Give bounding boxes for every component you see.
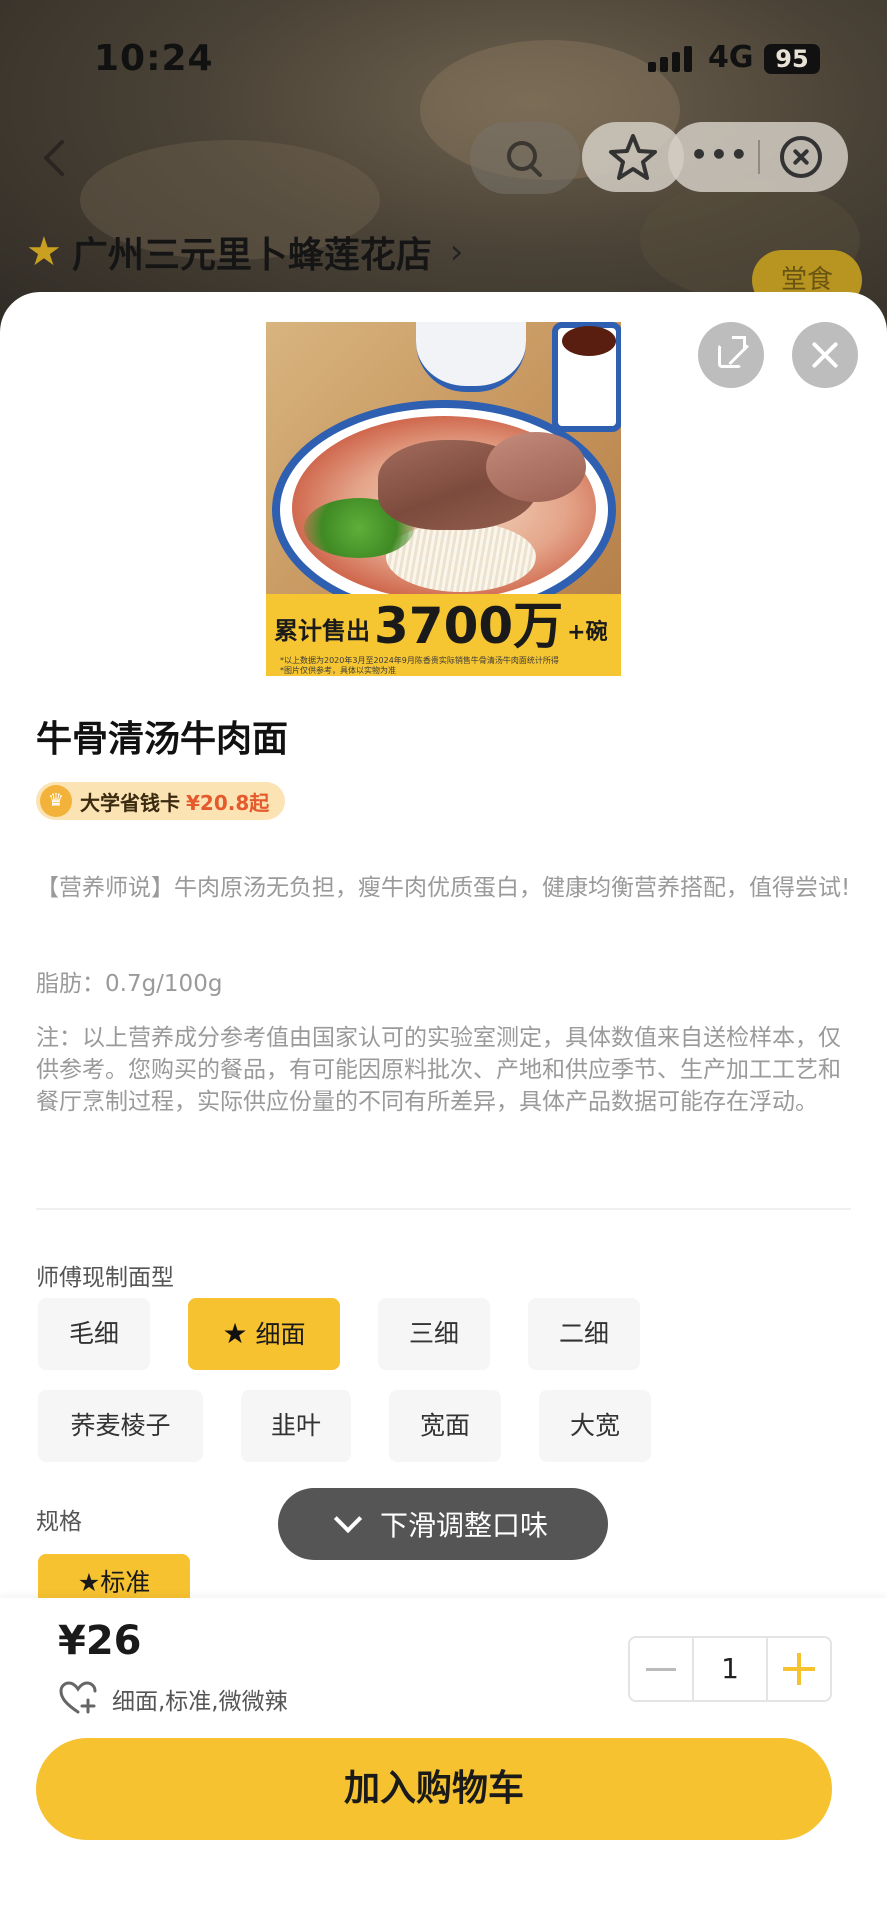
close-circle-icon[interactable] bbox=[780, 136, 822, 178]
mini-program-capsule: ••• bbox=[668, 122, 848, 192]
minus-icon[interactable] bbox=[630, 1638, 692, 1700]
signal-icon bbox=[648, 46, 694, 72]
background-store-page: 10:24 4G 95 ••• ★ 广州三元里卜蜂莲花店 › 堂食 bbox=[0, 0, 887, 340]
noodle-option[interactable]: 荞麦棱子 bbox=[38, 1390, 203, 1462]
card-price: ¥20.8起 bbox=[186, 790, 270, 815]
noodle-option[interactable]: 二细 bbox=[528, 1298, 640, 1370]
promo-prefix: 累计售出 bbox=[274, 617, 370, 645]
noodle-option[interactable]: 宽面 bbox=[389, 1390, 501, 1462]
search-button[interactable] bbox=[470, 122, 580, 194]
back-icon[interactable] bbox=[40, 138, 68, 178]
heart-plus-icon[interactable] bbox=[58, 1680, 98, 1716]
nutrition-description: 【营养师说】牛肉原汤无负担，瘦牛肉优质蛋白，健康均衡营养搭配，值得尝试! bbox=[36, 875, 851, 901]
membership-card-badge[interactable]: ♛ 大学省钱卡 ¥20.8起 bbox=[36, 782, 286, 820]
noodle-type-label: 师傅现制面型 bbox=[36, 1265, 174, 1291]
cart-bottom-bar: ¥26 细面,标准,微微辣 1 加入购物车 bbox=[0, 1598, 887, 1920]
product-image: 累计售出 3700万 +碗 *以上数据为2020年3月至2024年9月陈香贵实际… bbox=[266, 322, 621, 676]
chevron-right-icon: › bbox=[449, 232, 464, 272]
product-title: 牛骨清汤牛肉面 bbox=[36, 719, 289, 760]
share-button[interactable] bbox=[698, 322, 764, 388]
promo-suffix: +碗 bbox=[567, 620, 608, 645]
noodle-option[interactable]: 大宽 bbox=[539, 1390, 651, 1462]
store-name: 广州三元里卜蜂莲花店 bbox=[71, 235, 432, 276]
spec-label: 规格 bbox=[36, 1509, 82, 1535]
more-icon[interactable]: ••• bbox=[690, 141, 750, 172]
capsule-divider bbox=[758, 140, 760, 174]
divider bbox=[36, 1208, 851, 1210]
battery-indicator: 95 bbox=[764, 44, 820, 74]
noodle-option[interactable]: 三细 bbox=[378, 1298, 490, 1370]
promo-banner: 累计售出 3700万 +碗 *以上数据为2020年3月至2024年9月陈香贵实际… bbox=[266, 594, 621, 676]
noodle-option[interactable]: 韭叶 bbox=[241, 1390, 351, 1462]
star-icon: ★ bbox=[77, 1568, 101, 1597]
quantity-stepper: 1 bbox=[628, 1636, 832, 1702]
nutrition-note: 注：以上营养成分参考值由国家认可的实验室测定，具体数值来自送检样本，仅供参考。您… bbox=[36, 1025, 841, 1115]
close-button[interactable] bbox=[792, 322, 858, 388]
star-icon: ★ bbox=[222, 1317, 248, 1350]
crown-icon: ♛ bbox=[40, 785, 72, 817]
noodle-option[interactable]: 毛细 bbox=[38, 1298, 150, 1370]
search-icon bbox=[507, 141, 542, 177]
noodle-option-selected[interactable]: ★ 细面 bbox=[188, 1298, 340, 1370]
add-to-cart-button[interactable]: 加入购物车 bbox=[36, 1738, 832, 1840]
quantity-value[interactable]: 1 bbox=[692, 1638, 768, 1700]
status-time: 10:24 bbox=[94, 38, 214, 79]
total-price: ¥26 bbox=[58, 1618, 142, 1664]
swipe-hint-toast[interactable]: 下滑调整口味 bbox=[278, 1488, 608, 1560]
plus-icon[interactable] bbox=[768, 1638, 830, 1700]
star-icon: ★ bbox=[26, 229, 62, 275]
toast-text: 下滑调整口味 bbox=[379, 1509, 548, 1542]
chevron-down-icon bbox=[333, 1504, 363, 1534]
fat-content: 脂肪：0.7g/100g bbox=[36, 971, 223, 997]
card-label: 大学省钱卡 bbox=[80, 790, 180, 815]
network-type: 4G bbox=[708, 40, 754, 75]
selection-summary: 细面,标准,微微辣 bbox=[112, 1689, 288, 1715]
promo-fine-print: *以上数据为2020年3月至2024年9月陈香贵实际销售牛骨清汤牛肉面统计所得 … bbox=[280, 656, 559, 675]
promo-number: 3700万 bbox=[374, 597, 564, 655]
store-selector[interactable]: ★ 广州三元里卜蜂莲花店 › bbox=[26, 226, 463, 278]
